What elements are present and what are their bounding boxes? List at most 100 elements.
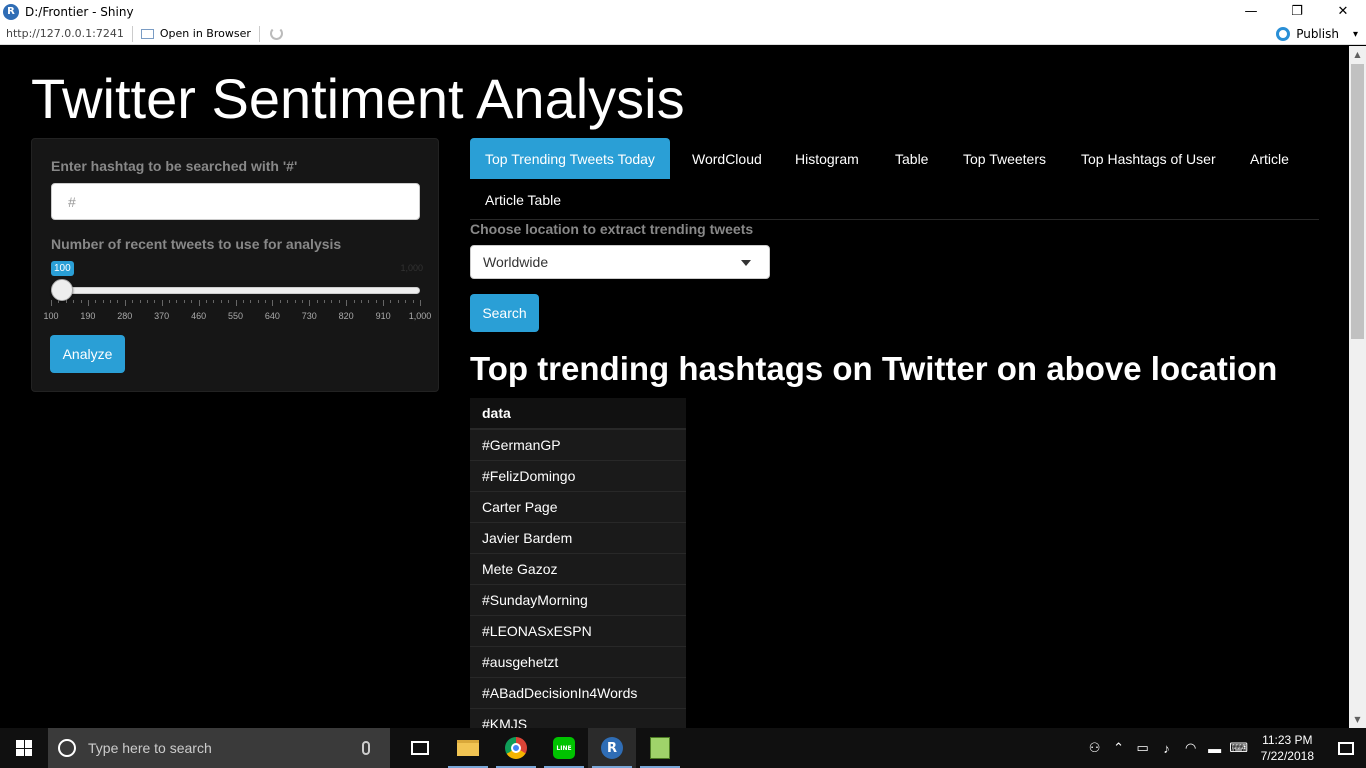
table-row: #ausgehetzt <box>470 646 686 678</box>
slider-tick <box>73 300 75 303</box>
task-view-button[interactable] <box>396 728 444 768</box>
table-row: #ABadDecisionIn4Words <box>470 677 686 709</box>
close-button[interactable]: ✕ <box>1320 0 1366 23</box>
notification-icon <box>1338 741 1354 755</box>
windows-logo-icon <box>16 740 32 756</box>
file-explorer-button[interactable] <box>444 728 492 768</box>
scroll-up-icon[interactable]: ▲ <box>1349 46 1366 63</box>
tab-article[interactable]: Article <box>1235 138 1304 179</box>
viewer-toolbar: http://127.0.0.1:7241 Open in Browser Pu… <box>0 23 1366 45</box>
refresh-icon[interactable] <box>269 27 283 40</box>
battery-icon[interactable]: ▭ <box>1131 740 1155 756</box>
table-cell: #LEONASxESPN <box>470 615 686 647</box>
slider-tick <box>346 300 348 306</box>
tab-top-hashtags-of-user[interactable]: Top Hashtags of User <box>1066 138 1231 179</box>
table-header-row: data <box>470 398 686 430</box>
scrollbar-thumb[interactable] <box>1351 64 1364 339</box>
slider-tick <box>272 300 274 306</box>
rstudio-button[interactable]: R <box>588 728 636 768</box>
tab-histogram[interactable]: Histogram <box>780 138 874 179</box>
slider-tick <box>242 300 244 303</box>
table-row: Carter Page <box>470 491 686 523</box>
line-button[interactable]: LINE <box>540 728 588 768</box>
taskbar-search-placeholder: Type here to search <box>88 740 212 756</box>
chevron-up-icon[interactable]: ⌃ <box>1107 740 1131 756</box>
window-controls: — ❐ ✕ <box>1228 0 1366 23</box>
slider-tick <box>397 300 399 303</box>
clock-time: 11:23 PM <box>1262 733 1313 747</box>
slider-ticks <box>51 300 421 308</box>
slider-tick <box>265 300 267 303</box>
column-header-data[interactable]: data <box>470 398 686 430</box>
table-row: #GermanGP <box>470 429 686 461</box>
notification-center-button[interactable] <box>1326 741 1366 755</box>
notepad-icon <box>650 737 670 759</box>
slider-tick-label: 730 <box>301 311 317 321</box>
slider-max-label: 1,000 <box>400 263 423 273</box>
slider-tick <box>405 300 407 303</box>
slider-tick <box>390 300 392 303</box>
keyboard-icon[interactable]: ⌨ <box>1227 740 1251 756</box>
restore-button[interactable]: ❐ <box>1274 0 1320 23</box>
analyze-button[interactable]: Analyze <box>50 335 125 373</box>
slider-handle[interactable] <box>51 279 73 301</box>
slider-tick <box>250 300 252 303</box>
slider-track[interactable] <box>51 287 420 294</box>
vertical-scrollbar[interactable]: ▲ ▼ <box>1349 46 1366 728</box>
tab-article-table[interactable]: Article Table <box>470 179 576 220</box>
sidebar-panel: Enter hashtag to be searched with '#' # … <box>31 138 439 392</box>
section-title: Top trending hashtags on Twitter on abov… <box>470 350 1278 387</box>
tweets-slider[interactable]: 100 1,000 100 190 280 370 460 550 640 730 820 910… <box>43 259 431 321</box>
start-button[interactable] <box>0 728 48 768</box>
chevron-down-icon[interactable]: ▾ <box>1353 29 1358 40</box>
scroll-down-icon[interactable]: ▼ <box>1349 711 1366 728</box>
table-cell: #ABadDecisionIn4Words <box>470 677 686 709</box>
line-icon: LINE <box>553 737 575 759</box>
slider-tick <box>368 300 370 303</box>
tab-wordcloud[interactable]: WordCloud <box>677 138 777 179</box>
table-row: #KMJS <box>470 708 686 728</box>
slider-tick <box>287 300 289 303</box>
volume-icon[interactable]: ♪ <box>1155 741 1179 756</box>
search-button[interactable]: Search <box>470 294 539 332</box>
slider-tick <box>220 300 222 303</box>
slider-tick-label: 640 <box>264 311 280 321</box>
table-row: #FelizDomingo <box>470 460 686 492</box>
slider-tick <box>95 300 97 303</box>
slider-tick-label: 370 <box>154 311 170 321</box>
table-cell: #GermanGP <box>470 429 686 461</box>
tab-top-tweeters[interactable]: Top Tweeters <box>948 138 1061 179</box>
hashtag-input[interactable]: # <box>51 183 420 220</box>
caret-down-icon <box>741 260 751 266</box>
location-selected-value: Worldwide <box>483 254 549 270</box>
location-label: Choose location to extract trending twee… <box>470 221 754 237</box>
slider-tick <box>228 300 230 303</box>
taskbar-search-box[interactable]: Type here to search <box>48 728 390 768</box>
slider-tick <box>309 300 311 306</box>
publish-button[interactable]: Publish ▾ <box>1276 23 1358 45</box>
slider-tick <box>139 300 141 303</box>
slider-tick <box>169 300 171 303</box>
windows-taskbar: Type here to search LINE R ⚇ ⌃ ▭ ♪ ◠ ▬ ⌨… <box>0 728 1366 768</box>
open-in-browser-button[interactable]: Open in Browser <box>133 25 260 42</box>
table-cell: Javier Bardem <box>470 522 686 554</box>
people-icon[interactable]: ⚇ <box>1083 740 1107 756</box>
slider-tick <box>375 300 377 303</box>
slider-tick <box>176 300 178 303</box>
power-icon[interactable]: ▬ <box>1203 741 1227 756</box>
slider-tick <box>124 300 126 306</box>
tab-table[interactable]: Table <box>880 138 943 179</box>
microphone-icon[interactable] <box>362 741 370 755</box>
table-cell: #KMJS <box>470 708 686 728</box>
location-select[interactable]: Worldwide <box>470 245 770 279</box>
wifi-icon[interactable]: ◠ <box>1179 740 1203 756</box>
chrome-button[interactable] <box>492 728 540 768</box>
open-in-browser-label: Open in Browser <box>159 27 251 40</box>
slider-tick <box>102 300 104 303</box>
minimize-button[interactable]: — <box>1228 0 1274 23</box>
system-clock[interactable]: 11:23 PM 7/22/2018 <box>1261 732 1314 764</box>
window-title: D:/Frontier - Shiny <box>25 4 134 19</box>
notepad-button[interactable] <box>636 728 684 768</box>
table-row: #SundayMorning <box>470 584 686 616</box>
tab-top-trending-tweets[interactable]: Top Trending Tweets Today <box>470 138 670 179</box>
